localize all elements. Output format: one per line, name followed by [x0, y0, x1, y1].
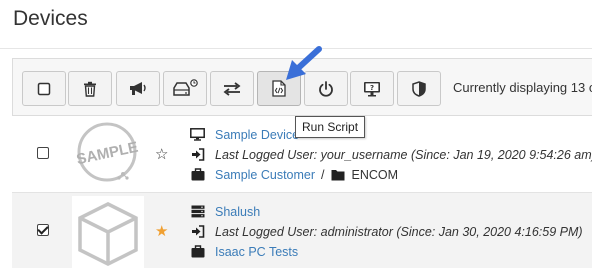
sign-in-icon [190, 225, 205, 239]
remote-screen-button[interactable]: ? [350, 71, 394, 106]
briefcase-icon [190, 168, 205, 182]
customer-line: Sample Customer / ENCOM [190, 166, 398, 183]
trash-icon [83, 81, 97, 97]
security-button[interactable] [397, 71, 441, 106]
svg-text:?: ? [370, 84, 374, 92]
customer-link[interactable]: Isaac PC Tests [215, 245, 298, 259]
device-thumbnail-sample: SAMPLE [72, 120, 142, 189]
folder-name: ENCOM [351, 167, 399, 182]
server-icon [190, 205, 205, 219]
device-thumbnail-generic [72, 196, 144, 268]
shield-icon [412, 80, 426, 97]
device-name-line: Sample Device [190, 126, 299, 143]
monitor-question-icon: ? [363, 81, 381, 97]
row-checkbox-checked[interactable] [37, 224, 49, 236]
select-all-button[interactable] [22, 71, 66, 106]
display-count-text: Currently displaying 13 of [453, 80, 592, 95]
pointer-arrow [283, 44, 325, 89]
device-name-line: Shalush [190, 203, 260, 220]
row-checkbox[interactable] [37, 147, 49, 159]
svg-text:SAMPLE: SAMPLE [75, 139, 140, 169]
customer-line: Isaac PC Tests [190, 243, 298, 260]
run-script-tooltip: Run Script [295, 116, 366, 138]
path-separator: / [321, 167, 325, 182]
delete-button[interactable] [68, 71, 112, 106]
desktop-icon [190, 128, 205, 142]
last-login-line: Last Logged User: administrator (Since: … [190, 223, 583, 240]
device-name-link[interactable]: Shalush [215, 205, 260, 219]
last-login-text: Last Logged User: your_username (Since: … [215, 147, 592, 162]
transfer-button[interactable] [210, 71, 254, 106]
checkbox-icon [37, 82, 51, 96]
drive-clock-icon [171, 78, 199, 99]
megaphone-icon [129, 81, 147, 96]
last-login-line: Last Logged User: your_username (Since: … [190, 146, 592, 163]
broadcast-button[interactable] [116, 71, 160, 106]
customer-link[interactable]: Sample Customer [215, 168, 315, 182]
briefcase-icon [190, 245, 205, 259]
scheduled-disk-button[interactable] [163, 71, 207, 106]
favorite-star-filled-icon[interactable]: ★ [155, 224, 168, 239]
sign-in-icon [190, 148, 205, 162]
transfer-arrows-icon [223, 81, 241, 96]
last-login-text: Last Logged User: administrator (Since: … [215, 224, 583, 239]
folder-icon [331, 168, 346, 182]
device-name-link[interactable]: Sample Device [215, 128, 299, 142]
favorite-star-icon[interactable]: ☆ [155, 147, 168, 162]
page-title: Devices [13, 7, 88, 30]
